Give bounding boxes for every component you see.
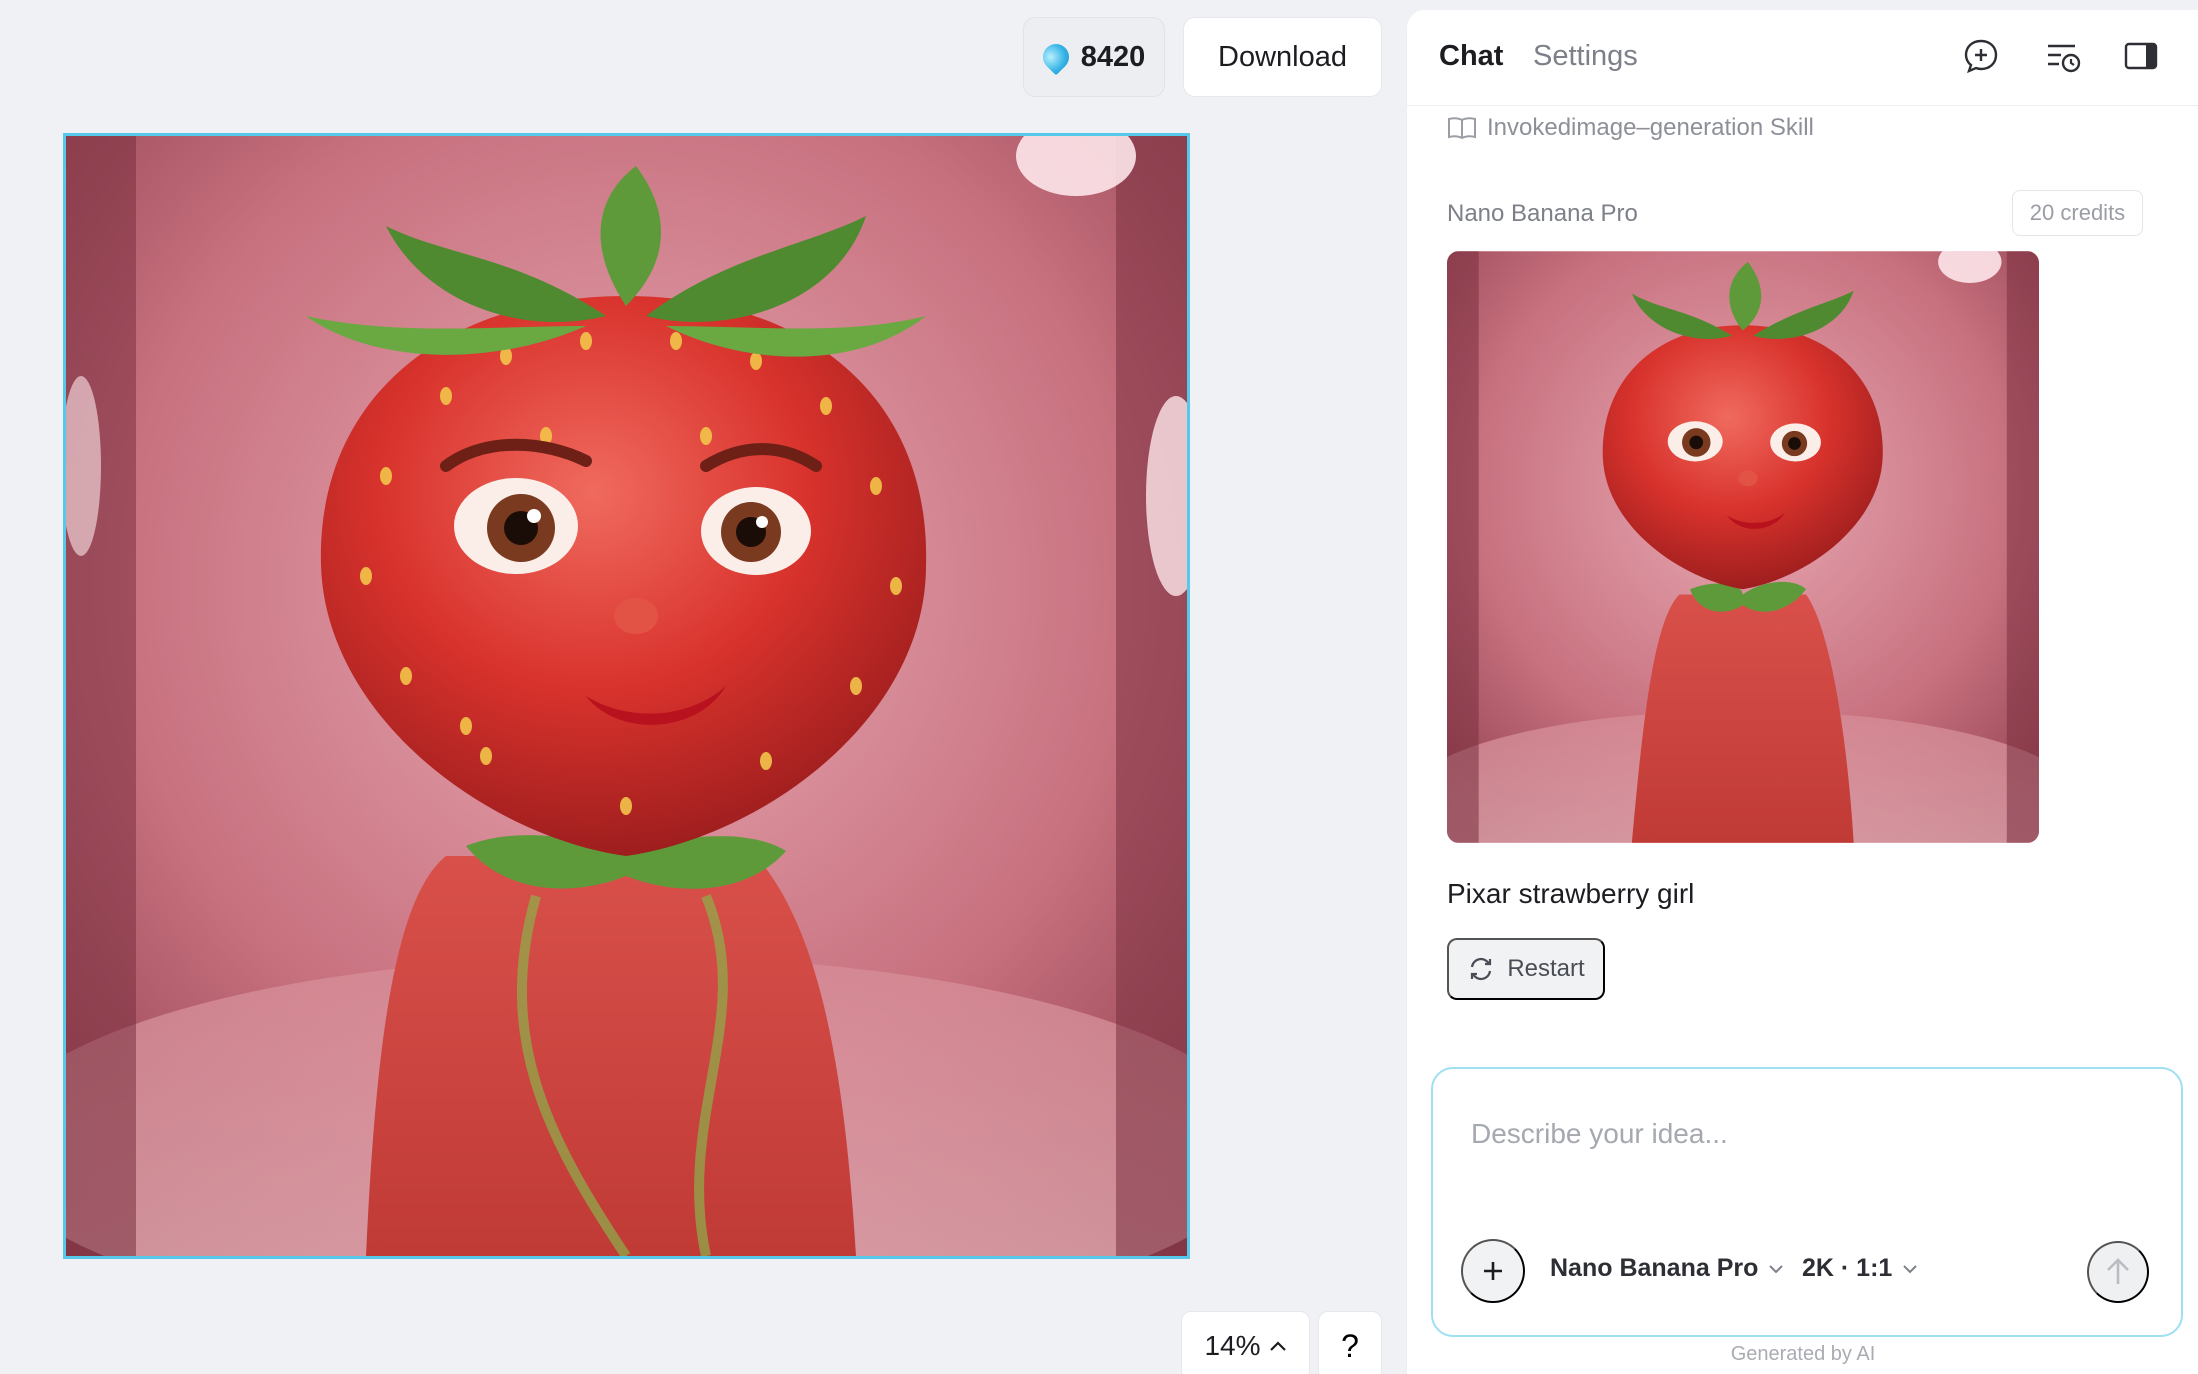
tab-settings[interactable]: Settings: [1533, 40, 1638, 73]
send-button[interactable]: [2087, 1241, 2149, 1303]
prompt-input[interactable]: [1471, 1109, 2131, 1159]
credits-cost-badge: 20 credits: [2012, 190, 2143, 236]
skill-status: Invokedimage–generation Skill: [1447, 114, 1814, 142]
result-thumbnail[interactable]: [1447, 251, 2039, 843]
toggle-panel-icon[interactable]: [2121, 36, 2161, 76]
credits-count: 8420: [1080, 40, 1146, 73]
refresh-icon: [1471, 957, 1492, 981]
generated-image[interactable]: [63, 133, 1190, 1259]
help-button[interactable]: ?: [1318, 1311, 1382, 1374]
download-button[interactable]: Download: [1183, 17, 1382, 97]
skill-text: Invokedimage–generation Skill: [1487, 114, 1814, 141]
add-attachment-button[interactable]: [1461, 1239, 1525, 1303]
prompt-composer: Nano Banana Pro 2K · 1:1: [1431, 1067, 2183, 1337]
strawberry-girl-image: [66, 136, 1187, 1256]
book-icon: [1448, 117, 1476, 140]
zoom-control[interactable]: 14%: [1181, 1311, 1310, 1374]
zoom-level: 14%: [1204, 1330, 1261, 1361]
chevron-down-icon: [1769, 1264, 1784, 1273]
model-select[interactable]: Nano Banana Pro: [1550, 1254, 1784, 1283]
ai-disclaimer: Generated by AI: [1730, 1343, 1876, 1365]
plus-icon: [1484, 1262, 1502, 1280]
credits-balance[interactable]: 8420: [1023, 17, 1165, 97]
arrow-up-icon: [2107, 1258, 2129, 1284]
prompt-text: Pixar strawberry girl: [1447, 878, 1695, 909]
ratio-select-value: 2K · 1:1: [1802, 1254, 1893, 1282]
strawberry-girl-thumbnail: [1447, 251, 2039, 843]
chevron-up-icon: [1269, 1341, 1286, 1351]
chevron-down-icon: [1903, 1264, 1918, 1273]
restart-button[interactable]: Restart: [1447, 938, 1605, 1000]
model-select-value: Nano Banana Pro: [1550, 1254, 1759, 1282]
panel-header: Chat Settings: [1407, 10, 2198, 106]
tab-chat[interactable]: Chat: [1439, 40, 1503, 73]
restart-label: Restart: [1507, 955, 1585, 982]
resolution-ratio-select[interactable]: 2K · 1:1: [1802, 1254, 1918, 1283]
credit-drop-icon: [1037, 38, 1075, 76]
model-name: Nano Banana Pro: [1447, 200, 1638, 227]
chat-panel: Chat Settings Invokedimage–generation Sk…: [1406, 10, 2198, 1374]
history-icon[interactable]: [2043, 36, 2083, 76]
new-chat-icon[interactable]: [1961, 36, 2001, 76]
